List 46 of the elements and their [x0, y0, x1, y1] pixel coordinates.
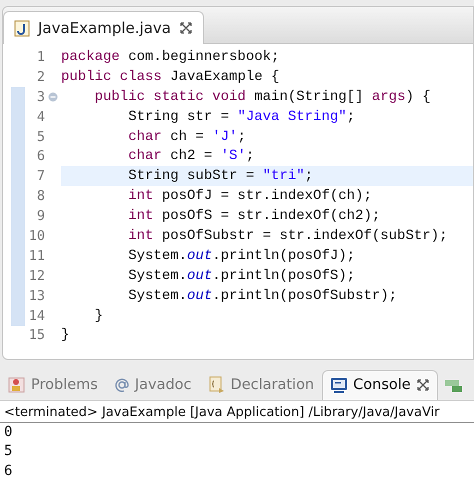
- monitor-icon: [330, 376, 348, 394]
- problems-icon: [8, 376, 26, 394]
- code-line: String str = "Java String";: [127, 108, 356, 125]
- line-number: 10: [28, 228, 45, 244]
- at-sign-icon: [114, 377, 130, 393]
- code-line: System.out.println(posOfS);: [127, 268, 356, 284]
- line-number: 2: [36, 68, 45, 85]
- console-output: 6: [3, 462, 14, 480]
- line-number: 9: [36, 208, 45, 224]
- console-output: 5: [3, 442, 14, 461]
- line-number: 5: [36, 128, 45, 144]
- declaration-icon: [208, 376, 226, 394]
- java-file-icon: [14, 20, 30, 36]
- line-number: 8: [36, 188, 45, 204]
- line-number: 1: [36, 48, 45, 65]
- editor-tab[interactable]: JavaExample.java: [3, 11, 204, 44]
- line-number: 7: [36, 168, 45, 184]
- console-header: <terminated> JavaExample [Java Application] /Library/Java/JavaVir: [0, 400, 474, 422]
- line-number: 11: [28, 248, 45, 264]
- code-line: package com.beginnersbook;: [61, 48, 280, 65]
- close-icon[interactable]: [416, 378, 430, 392]
- code-line: public class JavaExample {: [61, 68, 280, 85]
- code-line: int posOfS = str.indexOf(ch2);: [127, 208, 380, 224]
- code-line: char ch2 = 'S';: [127, 148, 254, 164]
- code-line: String subStr = "tri";: [127, 168, 314, 184]
- code-line: }: [94, 308, 104, 324]
- panel-tab[interactable]: Declaration: [200, 370, 322, 400]
- line-number: 6: [36, 148, 45, 164]
- line-number: 4: [36, 108, 45, 125]
- line-number: 3: [36, 88, 45, 105]
- code-line: }: [61, 327, 70, 344]
- code-line: char ch = 'J';: [127, 128, 246, 144]
- code-line: int posOfJ = str.indexOf(ch);: [127, 188, 372, 204]
- line-number: 14: [28, 308, 45, 324]
- line-number: 13: [28, 288, 45, 304]
- code-line: public static void main(String[] args) {: [94, 88, 431, 105]
- panel-tab[interactable]: Problems: [0, 370, 106, 400]
- panel-tab[interactable]: Javadoc: [106, 370, 200, 400]
- line-number: 12: [28, 268, 45, 284]
- code-line: int posOfSubstr = str.indexOf(subStr);: [127, 228, 448, 244]
- panel-tab[interactable]: Console: [322, 370, 438, 400]
- code-line: System.out.println(posOfJ);: [127, 248, 356, 264]
- line-number: 15: [28, 327, 45, 344]
- console-output: 0: [3, 422, 14, 442]
- code-line: System.out.println(posOfSubstr);: [127, 288, 398, 304]
- close-icon[interactable]: [178, 21, 193, 35]
